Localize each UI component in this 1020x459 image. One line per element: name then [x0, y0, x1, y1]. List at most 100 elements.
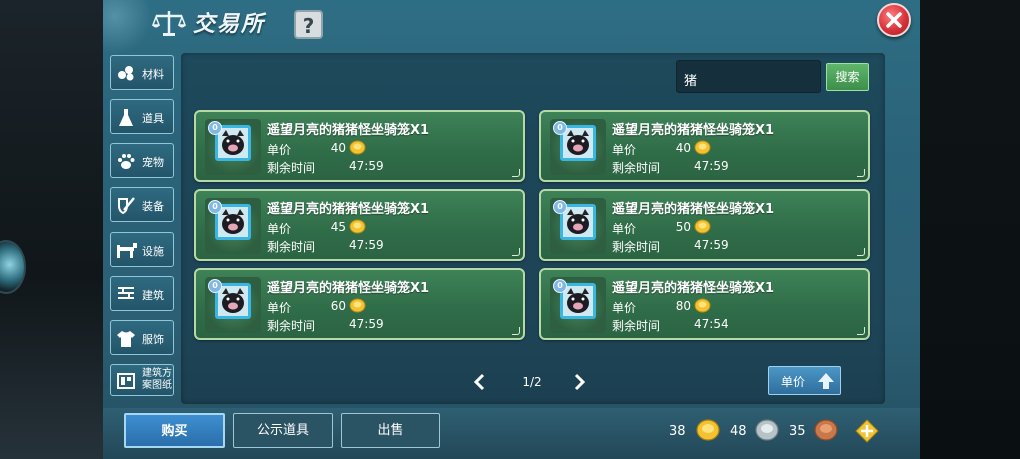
- pig-mount-icon: [218, 207, 248, 237]
- category-label: 设施: [142, 245, 164, 258]
- tab-public-items[interactable]: 公示道具: [233, 413, 333, 448]
- game-scene-right: [920, 0, 1020, 459]
- close-icon: [886, 12, 902, 28]
- scales-icon: [151, 11, 187, 36]
- listing-card[interactable]: 0 遥望月亮的猪猪怪坐骑笼X1 单价 40 剩余时间 47:59: [539, 110, 870, 182]
- item-price: 45: [330, 220, 346, 234]
- item-badge: 0: [208, 279, 222, 293]
- category-items[interactable]: 道具: [110, 99, 174, 134]
- listing-card[interactable]: 0 遥望月亮的猪猪怪坐骑笼X1 单价 60 剩余时间 47:59: [194, 268, 525, 340]
- gold-coin-icon: [694, 140, 711, 155]
- remaining-time: 47:59: [349, 159, 384, 173]
- item-badge: 0: [553, 279, 567, 293]
- copper-coin-icon: [814, 419, 838, 441]
- item-name: 遥望月亮的猪猪怪坐骑笼X1: [612, 281, 775, 296]
- tab-buy[interactable]: 购买: [124, 413, 225, 448]
- sort-label: 单价: [781, 375, 806, 389]
- category-label: 道具: [142, 112, 164, 125]
- potion-icon: [119, 109, 133, 126]
- card-corner: [857, 248, 865, 256]
- chevron-right-icon[interactable]: [571, 373, 587, 391]
- item-badge: 0: [553, 200, 567, 214]
- category-label: 宠物: [142, 156, 164, 169]
- time-label: 剩余时间: [612, 161, 661, 175]
- gold-coin-icon: [349, 219, 366, 234]
- arrow-up-icon: [818, 373, 834, 389]
- facility-icon: [117, 243, 137, 258]
- help-button[interactable]: ?: [294, 10, 323, 39]
- time-label: 剩余时间: [267, 319, 316, 333]
- category-label: 建筑方案图纸: [142, 368, 172, 391]
- category-clothing[interactable]: 服饰: [110, 320, 174, 355]
- game-scene-left: [0, 0, 103, 459]
- item-price: 40: [675, 141, 691, 155]
- category-materials[interactable]: 材料: [110, 55, 174, 90]
- category-label: 建筑: [142, 289, 164, 302]
- card-corner: [512, 248, 520, 256]
- category-buildings[interactable]: 建筑: [110, 276, 174, 311]
- card-corner: [512, 327, 520, 335]
- time-label: 剩余时间: [612, 240, 661, 254]
- remaining-time: 47:59: [349, 238, 384, 252]
- blueprint-icon: [117, 373, 135, 389]
- side-avatar[interactable]: [0, 240, 26, 294]
- price-label: 单价: [612, 143, 637, 157]
- tab-sell[interactable]: 出售: [341, 413, 440, 448]
- remaining-time: 47:59: [694, 238, 729, 252]
- sword-shield-icon: [118, 197, 135, 215]
- listing-card[interactable]: 0 遥望月亮的猪猪怪坐骑笼X1 单价 45 剩余时间 47:59: [194, 189, 525, 261]
- window-title: 交易所: [193, 12, 266, 37]
- chevron-left-icon[interactable]: [472, 373, 488, 391]
- close-button[interactable]: [877, 3, 911, 37]
- gold-coin-icon: [349, 298, 366, 313]
- category-facilities[interactable]: 设施: [110, 232, 174, 267]
- item-name: 遥望月亮的猪猪怪坐骑笼X1: [267, 281, 430, 296]
- time-label: 剩余时间: [267, 161, 316, 175]
- item-price: 80: [675, 299, 691, 313]
- clothing-icon: [117, 331, 135, 347]
- materials-icon: [118, 66, 134, 81]
- listing-card[interactable]: 0 遥望月亮的猪猪怪坐骑笼X1 单价 50 剩余时间 47:59: [539, 189, 870, 261]
- category-equipment[interactable]: 装备: [110, 187, 174, 222]
- item-name: 遥望月亮的猪猪怪坐骑笼X1: [267, 202, 430, 217]
- paw-icon: [118, 154, 135, 169]
- listing-card[interactable]: 0 遥望月亮的猪猪怪坐骑笼X1 单价 80 剩余时间 47:54: [539, 268, 870, 340]
- price-label: 单价: [612, 301, 637, 315]
- item-price: 60: [330, 299, 346, 313]
- time-label: 剩余时间: [612, 319, 661, 333]
- card-corner: [857, 169, 865, 177]
- category-label: 服饰: [142, 333, 164, 346]
- card-corner: [857, 327, 865, 335]
- category-blueprints[interactable]: 建筑方案图纸: [110, 364, 174, 396]
- pig-mount-icon: [218, 286, 248, 316]
- search-input[interactable]: 猪: [676, 60, 821, 93]
- time-label: 剩余时间: [267, 240, 316, 254]
- building-icon: [118, 287, 134, 299]
- gold-coin-icon: [694, 219, 711, 234]
- price-label: 单价: [267, 222, 292, 236]
- silver-amount: 48: [730, 424, 747, 439]
- price-label: 单价: [612, 222, 637, 236]
- remaining-time: 47:54: [694, 317, 729, 331]
- gold-coin-icon: [694, 298, 711, 313]
- item-name: 遥望月亮的猪猪怪坐骑笼X1: [612, 202, 775, 217]
- pig-mount-icon: [563, 286, 593, 316]
- search-button[interactable]: 搜索: [826, 63, 869, 91]
- price-label: 单价: [267, 143, 292, 157]
- sort-price-button[interactable]: 单价: [768, 366, 841, 395]
- page-indicator: 1/2: [522, 375, 542, 389]
- item-price: 50: [675, 220, 691, 234]
- category-label: 装备: [142, 200, 164, 213]
- card-corner: [512, 169, 520, 177]
- copper-amount: 35: [789, 424, 806, 439]
- gold-amount: 38: [669, 424, 686, 439]
- remaining-time: 47:59: [694, 159, 729, 173]
- item-badge: 0: [553, 121, 567, 135]
- listing-card[interactable]: 0 遥望月亮的猪猪怪坐骑笼X1 单价 40 剩余时间 47:59: [194, 110, 525, 182]
- category-pets[interactable]: 宠物: [110, 143, 174, 178]
- pig-mount-icon: [218, 128, 248, 158]
- gold-coin-icon: [696, 419, 720, 441]
- add-currency-icon[interactable]: [855, 419, 879, 443]
- silver-coin-icon: [755, 419, 779, 441]
- gold-coin-icon: [349, 140, 366, 155]
